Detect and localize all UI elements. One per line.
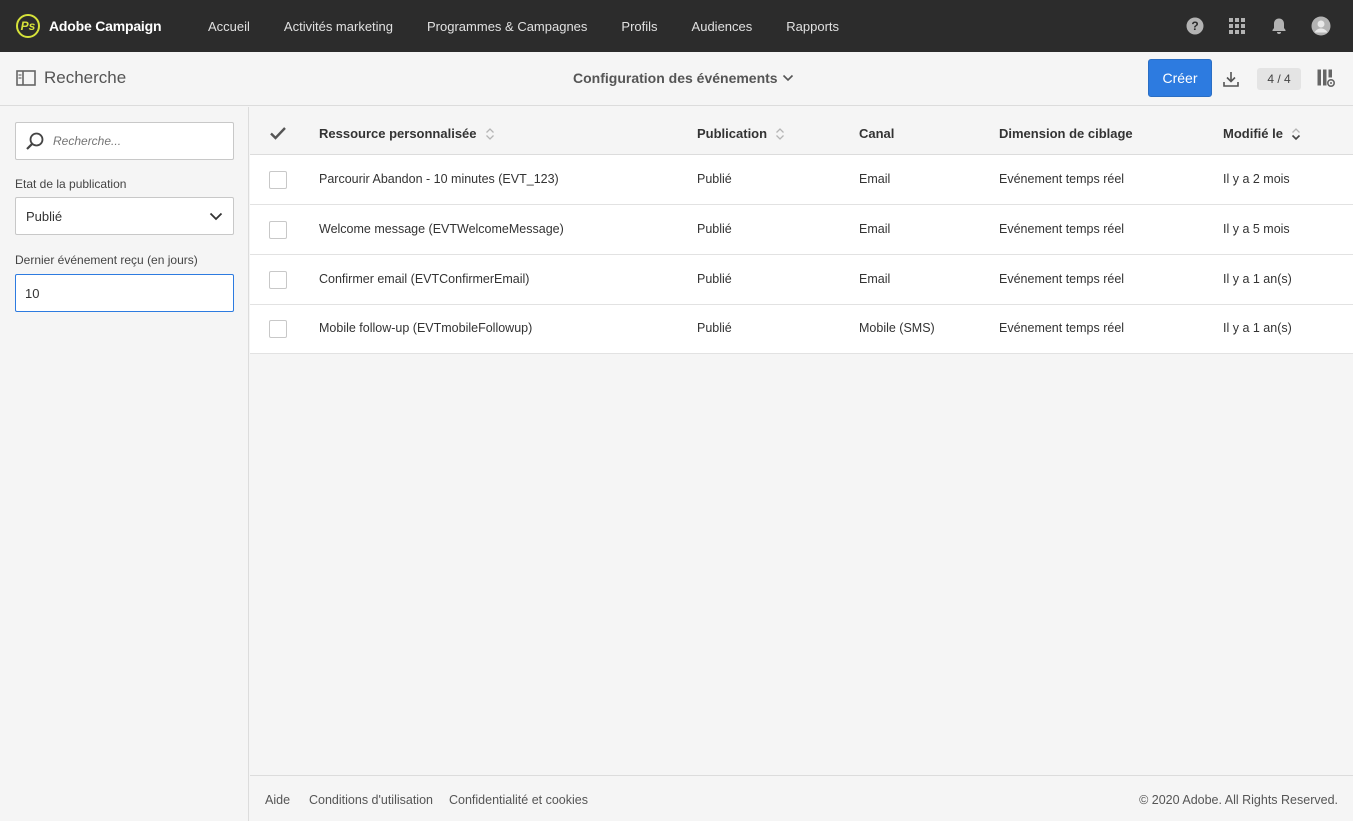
cell-resource[interactable]: Parcourir Abandon - 10 minutes (EVT_123) [319, 172, 559, 186]
table-row[interactable]: Confirmer email (EVTConfirmerEmail) Publ… [250, 255, 1353, 305]
brand[interactable]: Ps Adobe Campaign [16, 14, 208, 38]
cell-channel: Mobile (SMS) [859, 321, 935, 335]
footer-link-help[interactable]: Aide [265, 793, 290, 807]
column-header-channel-label: Canal [859, 126, 895, 141]
nav-item-programmes-campagnes[interactable]: Programmes & Campagnes [427, 19, 587, 34]
footer-link-terms[interactable]: Conditions d'utilisation [309, 793, 433, 807]
logo-glyph: Ps [20, 19, 36, 33]
search-input[interactable] [53, 134, 223, 148]
record-count-badge: 4 / 4 [1257, 68, 1301, 90]
cell-channel: Email [859, 172, 891, 186]
column-header-modified[interactable]: Modifié le [1223, 126, 1301, 141]
cell-modified: Il y a 5 mois [1223, 222, 1290, 236]
top-navigation-bar: Ps Adobe Campaign Accueil Activités mark… [0, 0, 1353, 52]
search-panel-label: Recherche [44, 68, 127, 87]
row-checkbox[interactable] [269, 271, 287, 289]
column-header-resource-label: Ressource personnalisée [319, 126, 477, 141]
search-field[interactable] [15, 122, 234, 160]
download-icon[interactable] [1221, 69, 1241, 89]
column-header-modified-label: Modifié le [1223, 126, 1283, 141]
cell-modified: Il y a 1 an(s) [1223, 272, 1292, 286]
sort-descending-icon [1291, 127, 1301, 140]
copyright: © 2020 Adobe. All Rights Reserved. [1139, 793, 1338, 807]
cell-modified: Il y a 1 an(s) [1223, 321, 1292, 335]
table-header: Ressource personnalisée Publication Cana… [250, 107, 1353, 155]
chevron-down-icon [209, 212, 223, 220]
column-header-channel[interactable]: Canal [859, 126, 894, 141]
nav-item-rapports[interactable]: Rapports [786, 19, 839, 34]
cell-targeting: Evénement temps réel [999, 272, 1125, 286]
publication-state-select[interactable]: Publié [15, 197, 234, 235]
cell-publication: Publié [697, 272, 732, 286]
column-header-targeting-label: Dimension de ciblage [999, 126, 1133, 141]
app-grid-icon[interactable] [1227, 16, 1247, 36]
bell-icon[interactable] [1269, 16, 1289, 36]
sort-icon [776, 127, 785, 140]
chevron-down-icon [782, 74, 793, 82]
svg-text:?: ? [1191, 19, 1198, 33]
cell-targeting: Evénement temps réel [999, 172, 1125, 186]
cell-targeting: Evénement temps réel [999, 321, 1125, 335]
last-event-days-input[interactable] [15, 274, 234, 312]
column-header-targeting[interactable]: Dimension de ciblage [999, 126, 1133, 141]
search-sidebar: Etat de la publication Publié Dernier év… [0, 107, 249, 821]
nav-item-profils[interactable]: Profils [621, 19, 657, 34]
column-header-resource[interactable]: Ressource personnalisée [319, 126, 495, 141]
footer: Aide Conditions d'utilisation Confidenti… [250, 775, 1353, 821]
column-header-publication[interactable]: Publication [697, 126, 785, 141]
help-icon[interactable]: ? [1185, 16, 1205, 36]
main-nav: Accueil Activités marketing Programmes &… [208, 19, 873, 34]
sidebar-panel-icon [16, 70, 36, 86]
search-icon [26, 132, 44, 150]
column-header-publication-label: Publication [697, 126, 768, 141]
page-title-dropdown[interactable]: Configuration des événements [573, 70, 794, 86]
table-row[interactable]: Parcourir Abandon - 10 minutes (EVT_123)… [250, 155, 1353, 205]
cell-channel: Email [859, 222, 891, 236]
nav-item-audiences[interactable]: Audiences [692, 19, 753, 34]
publication-state-value: Publié [26, 208, 63, 224]
cell-publication: Publié [697, 172, 732, 186]
create-button[interactable]: Créer [1148, 59, 1212, 97]
cell-publication: Publié [697, 222, 732, 236]
cell-targeting: Evénement temps réel [999, 222, 1125, 236]
page-header: Recherche Configuration des événements C… [0, 52, 1353, 106]
sort-icon [485, 127, 494, 140]
table-row[interactable]: Mobile follow-up (EVTmobileFollowup) Pub… [250, 305, 1353, 354]
top-icons: ? [1163, 0, 1331, 52]
publication-state-label: Etat de la publication [15, 177, 127, 191]
events-table: Ressource personnalisée Publication Cana… [250, 107, 1353, 775]
column-settings-icon[interactable] [1316, 68, 1336, 88]
adobe-campaign-logo-icon: Ps [16, 14, 40, 38]
nav-item-accueil[interactable]: Accueil [208, 19, 250, 34]
page-title: Configuration des événements [573, 70, 778, 86]
user-avatar-icon[interactable] [1311, 16, 1331, 36]
cell-resource[interactable]: Confirmer email (EVTConfirmerEmail) [319, 272, 529, 286]
cell-channel: Email [859, 272, 891, 286]
row-checkbox[interactable] [269, 221, 287, 239]
footer-link-privacy[interactable]: Confidentialité et cookies [449, 793, 588, 807]
brand-name: Adobe Campaign [49, 18, 162, 34]
cell-resource[interactable]: Mobile follow-up (EVTmobileFollowup) [319, 321, 532, 335]
cell-publication: Publié [697, 321, 732, 335]
cell-modified: Il y a 2 mois [1223, 172, 1290, 186]
nav-item-activites-marketing[interactable]: Activités marketing [284, 19, 393, 34]
search-panel-toggle[interactable]: Recherche [16, 68, 126, 88]
table-row[interactable]: Welcome message (EVTWelcomeMessage) Publ… [250, 205, 1353, 255]
row-checkbox[interactable] [269, 320, 287, 338]
cell-resource[interactable]: Welcome message (EVTWelcomeMessage) [319, 222, 564, 236]
select-all-checkmark-icon[interactable] [269, 125, 287, 141]
row-checkbox[interactable] [269, 171, 287, 189]
last-event-days-label: Dernier événement reçu (en jours) [15, 253, 198, 267]
